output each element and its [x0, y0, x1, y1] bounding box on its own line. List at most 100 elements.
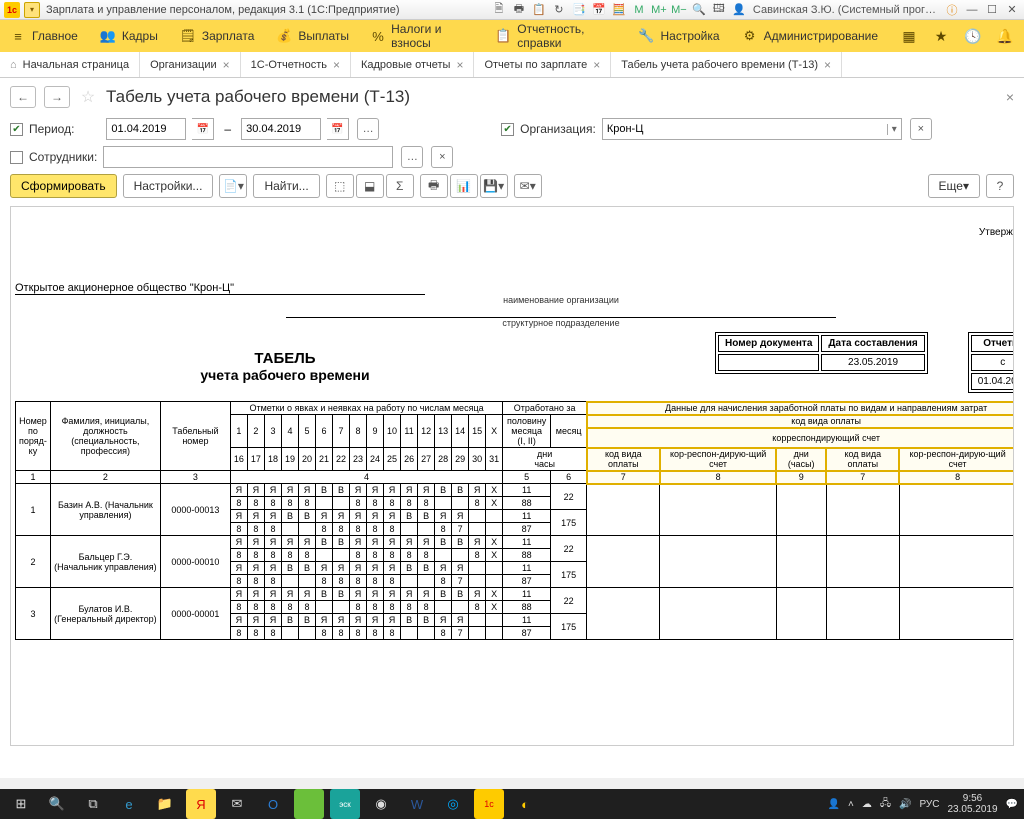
- generate-button[interactable]: Сформировать: [10, 174, 117, 198]
- save-button[interactable]: 💾▾: [480, 174, 508, 198]
- tray-sound-icon[interactable]: 🔊: [899, 799, 911, 810]
- apps-icon[interactable]: ▦: [900, 27, 918, 45]
- explorer-icon[interactable]: 📁: [150, 789, 180, 819]
- print-icon[interactable]: 🖶: [511, 2, 527, 18]
- sum-icon[interactable]: Σ: [386, 174, 414, 198]
- task-view-icon[interactable]: ⧉: [78, 789, 108, 819]
- tray-notifications-icon[interactable]: 💬: [1006, 799, 1018, 810]
- favorite-star-icon[interactable]: ☆: [78, 87, 98, 107]
- app-teal-icon[interactable]: эск: [330, 789, 360, 819]
- tab-organizations[interactable]: Организации×: [140, 52, 241, 77]
- word-icon[interactable]: W: [402, 789, 432, 819]
- close-page-icon[interactable]: ×: [1006, 89, 1014, 105]
- menu-taxes[interactable]: %Налоги и взносы: [371, 22, 473, 50]
- notifications-icon[interactable]: 🔔: [996, 27, 1014, 45]
- find-button[interactable]: Найти...: [253, 174, 319, 198]
- date-to-input[interactable]: [241, 118, 321, 140]
- expand-groups-icon[interactable]: ⬚: [326, 174, 354, 198]
- start-button[interactable]: ⊞: [6, 789, 36, 819]
- calc-icon[interactable]: 🧮: [611, 2, 627, 18]
- menu-admin[interactable]: ⚙Администрирование: [742, 28, 878, 44]
- nav-forward-button[interactable]: →: [44, 86, 70, 108]
- favorites-icon[interactable]: ★: [932, 27, 950, 45]
- tab-1c-reporting[interactable]: 1С-Отчетность×: [241, 52, 351, 77]
- menu-reports[interactable]: 📋Отчетность, справки: [495, 22, 616, 50]
- info-icon[interactable]: ⓘ: [944, 2, 960, 18]
- employees-picker-button[interactable]: …: [401, 146, 423, 168]
- nav-back-button[interactable]: ←: [10, 86, 36, 108]
- app-menu-dropdown[interactable]: ▾: [24, 2, 40, 18]
- tray-cloud-icon[interactable]: ☁: [862, 799, 872, 810]
- menu-personnel[interactable]: 👥Кадры: [100, 28, 158, 44]
- menu-salary[interactable]: 🗒Зарплата: [180, 28, 255, 44]
- m-icon[interactable]: M: [631, 2, 647, 18]
- date-to-calendar-icon[interactable]: 📅: [327, 118, 349, 140]
- date-from-input[interactable]: [106, 118, 186, 140]
- mplus-icon[interactable]: M+: [651, 2, 667, 18]
- period-picker-button[interactable]: …: [357, 118, 379, 140]
- tab-home[interactable]: ⌂Начальная страница: [0, 52, 140, 77]
- chevron-down-icon[interactable]: ▾: [887, 124, 897, 135]
- tray-up-icon[interactable]: ˄: [848, 799, 854, 810]
- tab-salary-reports[interactable]: Отчеты по зарплате×: [474, 52, 611, 77]
- date-from-calendar-icon[interactable]: 📅: [192, 118, 214, 140]
- zoom-icon[interactable]: 🔍: [691, 2, 707, 18]
- menu-main[interactable]: ≡Главное: [10, 28, 78, 44]
- help-button[interactable]: ?: [986, 174, 1014, 198]
- minimize-icon[interactable]: —: [964, 2, 980, 18]
- refresh-icon[interactable]: ↻: [551, 2, 567, 18]
- send-button[interactable]: ✉▾: [514, 174, 542, 198]
- app-green-icon[interactable]: [294, 789, 324, 819]
- doc-number-date-box: Номер документаДата составления 23.05.20…: [715, 332, 928, 374]
- edge-icon[interactable]: e: [114, 789, 144, 819]
- menu-settings[interactable]: 🔧Настройка: [638, 28, 719, 44]
- tab-timesheet[interactable]: Табель учета рабочего времени (Т-13)×: [611, 52, 842, 77]
- open-tabs: ⌂Начальная страница Организации× 1С-Отче…: [0, 52, 1024, 78]
- tray-lang[interactable]: РУС: [919, 799, 939, 810]
- tab-hr-reports[interactable]: Кадровые отчеты×: [351, 52, 474, 77]
- org-clear-button[interactable]: ×: [910, 118, 932, 140]
- variants-button[interactable]: 📄▾: [219, 174, 247, 198]
- document-canvas[interactable]: Унифицированн Утверждена Постановлен Рос…: [10, 206, 1014, 746]
- employees-clear-button[interactable]: ×: [431, 146, 453, 168]
- collapse-groups-icon[interactable]: ⬓: [356, 174, 384, 198]
- mail-icon[interactable]: ✉: [222, 789, 252, 819]
- close-window-icon[interactable]: ✕: [1004, 2, 1020, 18]
- menu-payments[interactable]: 💰Выплаты: [276, 28, 349, 44]
- print-button[interactable]: 🖶: [420, 174, 448, 198]
- org-value: Крон-Ц: [607, 123, 644, 135]
- window-title: Зарплата и управление персоналом, редакц…: [46, 4, 399, 16]
- tray-clock[interactable]: 9:56 23.05.2019: [947, 793, 997, 815]
- subdiv-caption: структурное подразделение: [286, 318, 836, 328]
- teamviewer-icon[interactable]: ◎: [438, 789, 468, 819]
- clipboard-icon[interactable]: 📋: [531, 2, 547, 18]
- print-preview-icon[interactable]: 🗎: [491, 2, 507, 18]
- history-icon[interactable]: 🕓: [964, 27, 982, 45]
- tray-net-icon[interactable]: 🖧: [880, 796, 891, 813]
- doc-title: ТАБЕЛЬ учета рабочего времени: [15, 332, 555, 383]
- settings-button[interactable]: Настройки...: [123, 174, 214, 198]
- yandex-icon[interactable]: Я: [186, 789, 216, 819]
- employees-checkbox[interactable]: [10, 151, 23, 164]
- chart-button[interactable]: 📊: [450, 174, 478, 198]
- layout-icon[interactable]: 🖽: [711, 2, 727, 18]
- calendar-icon[interactable]: 📅: [591, 2, 607, 18]
- period-checkbox[interactable]: [10, 123, 23, 136]
- search-icon[interactable]: 🔍: [42, 789, 72, 819]
- employees-label: Сотрудники:: [29, 150, 97, 164]
- tray-user-icon[interactable]: 👤: [828, 799, 840, 810]
- employees-input[interactable]: [103, 146, 393, 168]
- user-icon[interactable]: 👤: [731, 2, 747, 18]
- compare-icon[interactable]: 📑: [571, 2, 587, 18]
- tab-close-icon[interactable]: ×: [223, 58, 230, 72]
- more-button[interactable]: Еще ▾: [928, 174, 980, 198]
- maximize-icon[interactable]: ☐: [984, 2, 1000, 18]
- 1c-icon[interactable]: 1c: [474, 789, 504, 819]
- mminus-icon[interactable]: M−: [671, 2, 687, 18]
- 1c-alt-icon[interactable]: ◐: [510, 789, 540, 819]
- org-checkbox[interactable]: [501, 123, 514, 136]
- current-user[interactable]: Савинская З.Ю. (Системный прог…: [753, 4, 936, 16]
- chrome-icon[interactable]: ◉: [366, 789, 396, 819]
- org-select[interactable]: Крон-Ц ▾: [602, 118, 902, 140]
- outlook-icon[interactable]: O: [258, 789, 288, 819]
